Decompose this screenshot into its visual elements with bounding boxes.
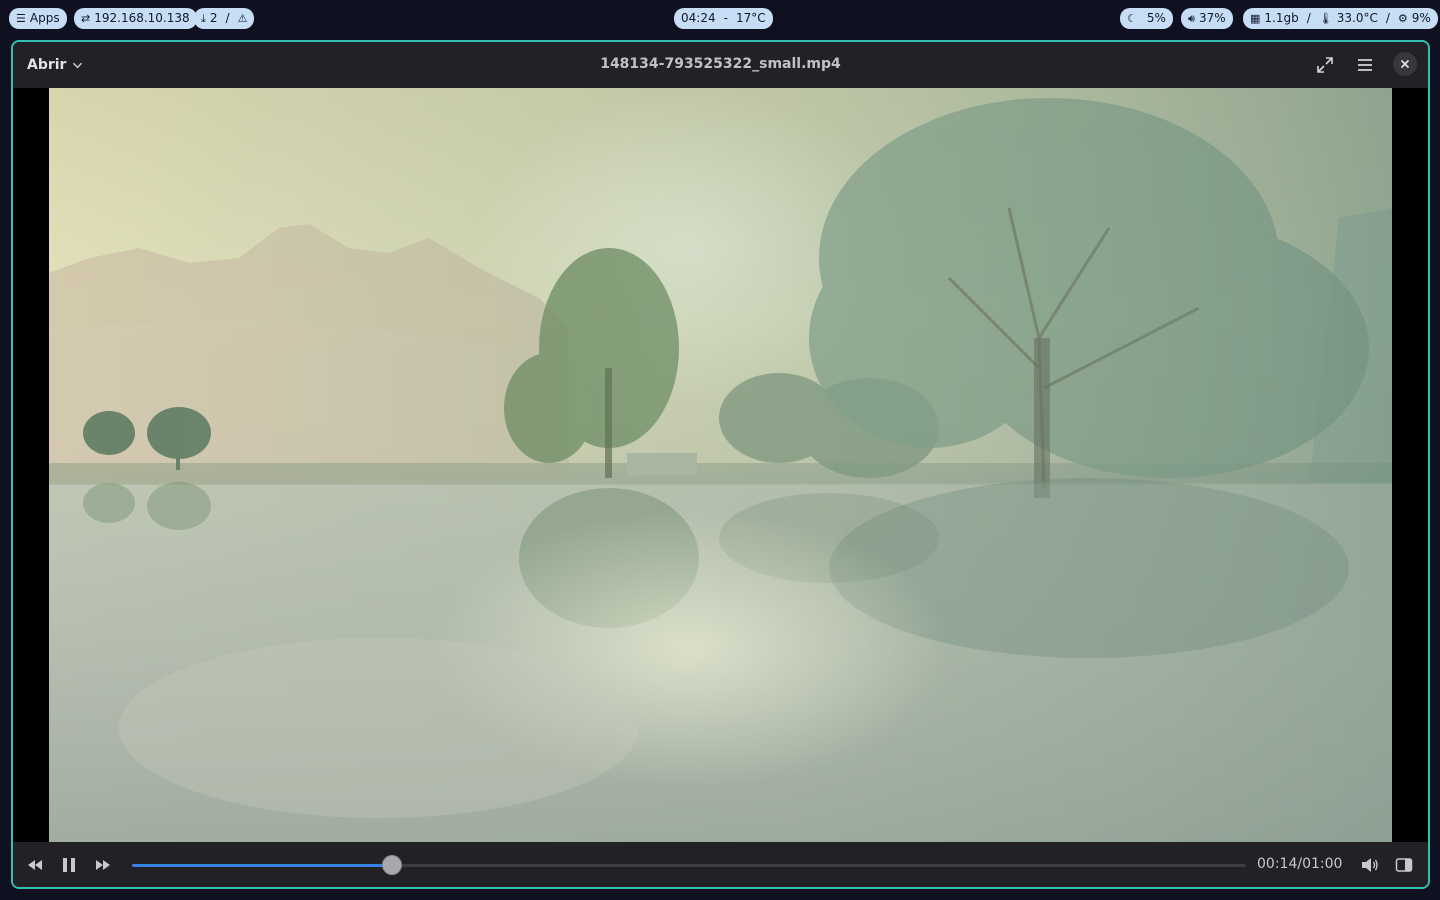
video-still-lake-scene [49,88,1392,842]
sidebar-toggle-button[interactable] [1393,854,1415,876]
memory-value: 1.1gb [1264,11,1299,25]
ip-address: 192.168.10.138 [94,11,190,25]
apps-button[interactable]: ☰ Apps [9,8,67,29]
seek-handle[interactable] [381,855,402,875]
clock: 04:24 [681,11,716,25]
thermometer-icon: 🌡︎ [1318,12,1333,25]
moon-icon: ☾ [1127,12,1137,25]
volume-indicator[interactable]: 🔊︎ 37% [1181,8,1233,29]
system-stats[interactable]: ▦ 1.1gb / 🌡︎ 33.0°C / ⚙ 9% [1243,8,1438,29]
apps-label: Apps [29,11,60,25]
video-player-window: Abrir 148134-793525322_small.mp4 00:14/0… [11,40,1430,889]
video-area[interactable] [13,88,1428,842]
volume-button[interactable] [1359,854,1381,876]
network-indicator[interactable]: ⇄ 192.168.10.138 [74,8,197,29]
memory-icon: ▦ [1250,12,1261,25]
network-icon: ⇄ [81,12,91,25]
seek-bar[interactable] [132,855,1246,875]
hamburger-icon [1358,59,1372,71]
playback-controls: 00:14/01:00 [13,842,1428,887]
brightness-indicator[interactable]: ☾ 5% [1120,8,1173,29]
close-icon [1400,59,1410,69]
header-bar: Abrir 148134-793525322_small.mp4 [13,42,1428,88]
fast-forward-button[interactable] [92,854,114,876]
fullscreen-button[interactable] [1311,51,1339,79]
downloads-count: 2 [209,11,218,25]
cpu-icon: ⚙ [1397,12,1408,25]
fast-forward-icon [96,860,110,870]
memory-separator: / [1306,11,1311,25]
seek-progress [132,864,392,867]
clock-weather[interactable]: 04:24 - 17°C [674,8,773,29]
downloads-separator: / [225,11,230,25]
top-panel: ☰ Apps ⇄ 192.168.10.138 ⤓ 2 / ⚠ 04:24 - … [0,0,1440,36]
volume-value: 37% [1198,11,1226,25]
main-menu-button[interactable] [1351,51,1379,79]
download-icon: ⤓ [201,12,206,25]
brightness-value: 5% [1146,11,1166,25]
temp-separator: / [1385,11,1390,25]
temperature-value: 33.0°C [1336,11,1378,25]
pause-button[interactable] [58,854,80,876]
pause-icon [63,858,75,872]
time-display: 00:14/01:00 [1257,856,1343,872]
rewind-icon [28,860,42,870]
updates-indicator[interactable]: ⤓ 2 / ⚠ [194,8,255,29]
speaker-icon: 🔊︎ [1188,12,1195,25]
window-title: 148134-793525322_small.mp4 [600,56,841,72]
apps-icon: ☰ [16,12,26,25]
speaker-icon [1362,858,1378,872]
sidebar-icon [1395,858,1413,872]
warning-icon: ⚠ [237,12,248,25]
fullscreen-icon [1317,57,1333,73]
cpu-value: 9% [1411,11,1431,25]
video-frame[interactable] [49,88,1392,842]
clock-separator: - [723,11,728,25]
rewind-button[interactable] [24,854,46,876]
weather-temp: 17°C [735,11,766,25]
close-button[interactable] [1393,52,1417,76]
